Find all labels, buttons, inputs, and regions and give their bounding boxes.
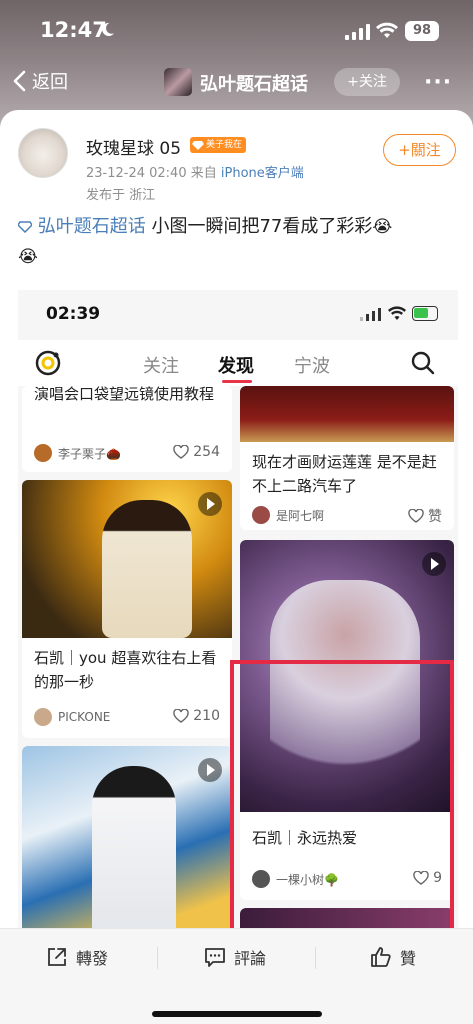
video-play-icon	[198, 492, 222, 516]
like-count-value: 赞	[428, 509, 442, 525]
diamond-icon	[192, 141, 204, 150]
crying-emoji: 😭	[372, 217, 393, 237]
like-count-value: 254	[193, 444, 220, 460]
embed-tab-discover[interactable]: 发现	[218, 352, 254, 378]
feed-item-title: 演唱会口袋望远镜使用教程	[34, 386, 215, 403]
chevron-left-icon	[13, 70, 26, 92]
back-label: 返回	[32, 72, 68, 93]
video-play-icon	[198, 758, 222, 782]
status-time: 12:47	[40, 18, 107, 42]
post-card: 玫瑰星球 05 美子我在 23-12-24 02:40 来自 iPhone客户端…	[0, 110, 473, 1024]
divider	[315, 947, 316, 969]
feed-item[interactable]: 石凯｜you 超喜欢往右上看的那一秒 PICKONE 210	[22, 480, 232, 738]
status-bar: 12:47 98	[0, 0, 473, 60]
app-logo-icon	[35, 350, 61, 376]
feed-item-image	[240, 386, 454, 442]
post-body: 小图一瞬间把77看成了彩彩	[145, 216, 373, 237]
like-button[interactable]: 贊	[370, 945, 416, 969]
follow-user-button[interactable]: +關注	[383, 134, 456, 166]
follow-topic-button[interactable]: +关注	[334, 68, 400, 96]
author-avatar	[252, 506, 270, 524]
battery-indicator: 98	[405, 21, 439, 41]
wifi-icon	[376, 22, 398, 38]
post-location: 发布于 浙江	[86, 188, 156, 203]
embed-status-time: 02:39	[46, 304, 101, 324]
feed-item-title: 石凯｜you 超喜欢往右上看的那一秒	[34, 649, 217, 691]
embed-wifi-icon	[388, 306, 406, 320]
like-count-value: 9	[433, 870, 442, 886]
heart-icon	[408, 509, 424, 523]
topic-thumbnail[interactable]	[164, 68, 192, 96]
like-count[interactable]: 254	[173, 444, 220, 460]
author-name: 是阿七啊	[276, 508, 325, 523]
home-indicator	[152, 1011, 322, 1017]
action-bar: 轉發 評論 贊	[0, 928, 473, 1024]
source-prefix: 来自	[190, 166, 217, 181]
search-icon[interactable]	[410, 350, 436, 376]
feed-item-author: 一棵小树🌳	[252, 870, 339, 888]
badge-label: 美子我在	[206, 140, 243, 150]
active-tab-underline	[222, 380, 252, 383]
author-avatar	[34, 444, 52, 462]
source-link[interactable]: iPhone客户端	[221, 166, 304, 181]
post-text: 弘叶题石超话 小图一瞬间把77看成了彩彩😭 😭	[17, 212, 458, 272]
topic-title[interactable]: 弘叶题石超话	[200, 70, 308, 96]
comment-label: 評論	[234, 949, 267, 968]
feed-item[interactable]: 现在才画财运莲莲 是不是赶不上二路汽车了 是阿七啊 赞	[240, 386, 454, 530]
performer-silhouette	[102, 500, 192, 638]
repost-button[interactable]: 轉發	[46, 945, 108, 969]
nav-bar: 返回 弘叶题石超话 +关注 ···	[0, 62, 473, 104]
feed-item[interactable]	[240, 908, 454, 930]
feed-item-author: PICKONE	[34, 708, 110, 726]
embed-tab-follow[interactable]: 关注	[143, 352, 179, 378]
cellular-signal-icon	[345, 24, 370, 40]
feed-item[interactable]: 石凯｜永远热爱 一棵小树🌳 9	[240, 540, 454, 900]
share-icon	[48, 948, 66, 966]
feed-item-author: 李子栗子🌰	[34, 444, 121, 462]
post-date: 23-12-24 02:40	[86, 166, 187, 181]
embed-tab-local[interactable]: 宁波	[294, 352, 330, 378]
performer-silhouette	[92, 766, 176, 930]
moon-icon	[102, 22, 115, 37]
heart-icon	[173, 709, 189, 723]
feed-item-author: 是阿七啊	[252, 506, 324, 524]
embed-battery-icon	[412, 306, 438, 321]
divider	[157, 947, 158, 969]
feed-item-title: 石凯｜永远热爱	[252, 829, 358, 847]
topic-diamond-icon	[17, 221, 33, 234]
heart-icon	[413, 871, 429, 885]
heart-icon	[173, 445, 189, 459]
avatar[interactable]	[18, 128, 68, 178]
video-play-icon	[422, 552, 446, 576]
performer-silhouette	[270, 580, 420, 800]
author-avatar	[34, 708, 52, 726]
author-name: 李子栗子🌰	[58, 446, 121, 461]
like-count[interactable]: 210	[173, 708, 220, 724]
feed-item[interactable]	[22, 746, 232, 930]
like-count[interactable]: 9	[413, 870, 442, 886]
like-count[interactable]: 赞	[408, 506, 442, 526]
author-name: PICKONE	[58, 710, 111, 724]
comment-button[interactable]: 評論	[204, 945, 266, 969]
feed-item[interactable]: 演唱会口袋望远镜使用教程 李子栗子🌰 254	[22, 386, 232, 472]
thumbs-up-icon	[371, 947, 391, 967]
like-count-value: 210	[193, 708, 220, 724]
comment-icon	[205, 948, 225, 967]
author-avatar	[252, 870, 270, 888]
crying-emoji-2: 😭	[18, 247, 38, 267]
topic-link[interactable]: 弘叶题石超话	[38, 216, 146, 237]
post-meta: 23-12-24 02:40 来自 iPhone客户端	[86, 162, 304, 181]
like-label: 贊	[400, 949, 417, 968]
embedded-screenshot[interactable]: 02:39 关注 发现 宁波 演唱会口袋望远镜使用教程 李子栗子🌰 254 现在…	[18, 290, 458, 930]
author-name: 一棵小树🌳	[276, 872, 339, 887]
username[interactable]: 玫瑰星球 05	[86, 134, 181, 159]
back-button[interactable]: 返回	[12, 68, 68, 94]
repost-label: 轉發	[76, 949, 109, 968]
more-options-button[interactable]: ···	[424, 70, 452, 95]
user-badge[interactable]: 美子我在	[190, 137, 247, 153]
embed-signal-icon	[360, 308, 381, 321]
feed-item-title: 现在才画财运莲莲 是不是赶不上二路汽车了	[252, 453, 437, 495]
embed-app-header: 关注 发现 宁波	[18, 340, 458, 386]
feed-item-image	[240, 908, 454, 930]
